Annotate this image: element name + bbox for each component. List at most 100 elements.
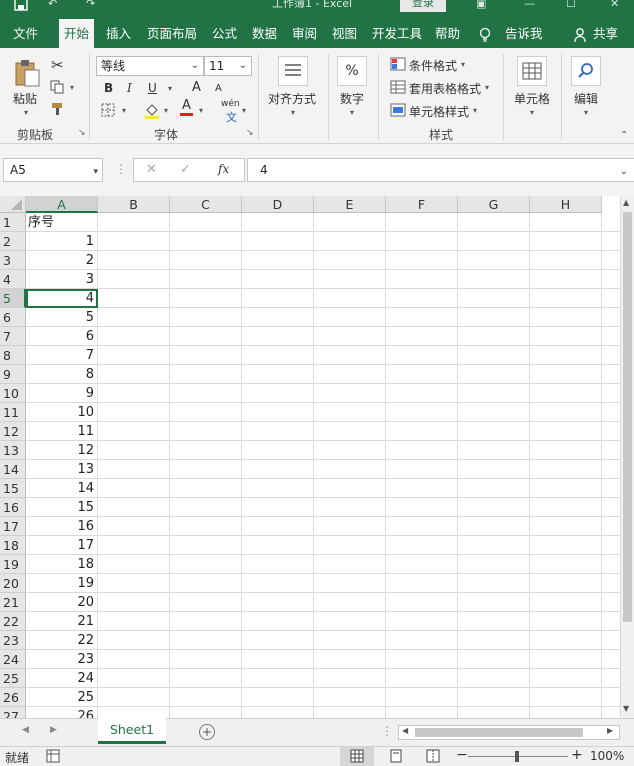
border-dropdown-icon[interactable]: ▾ [122,106,126,115]
horizontal-scrollbar[interactable]: ◀ ▶ [398,725,620,740]
border-icon[interactable] [101,103,115,120]
row-header[interactable]: 14 [0,460,26,479]
row-header[interactable]: 25 [0,669,26,688]
zoom-level[interactable]: 100% [590,749,624,763]
paste-dropdown-icon[interactable]: ▾ [24,108,28,117]
search-icon[interactable] [571,56,601,89]
vertical-scrollbar[interactable]: ▲ ▼ [620,196,634,718]
fill-color-dropdown-icon[interactable]: ▾ [164,106,168,115]
shrink-font-button[interactable]: A [215,83,222,94]
cell-a10[interactable]: 9 [26,384,98,403]
cell-a11[interactable]: 10 [26,403,98,422]
copy-dropdown-icon[interactable]: ▾ [70,83,74,92]
cell-a12[interactable]: 11 [26,422,98,441]
cell-a7[interactable]: 6 [26,327,98,346]
cell-a23[interactable]: 22 [26,631,98,650]
redo-icon[interactable]: ↷ [86,0,95,14]
tab-home[interactable]: 开始 [59,19,95,48]
row-header[interactable]: 23 [0,631,26,650]
column-header-a[interactable]: A [26,196,98,213]
cell-a17[interactable]: 16 [26,517,98,536]
cell-a21[interactable]: 20 [26,593,98,612]
column-header-d[interactable]: D [242,196,314,213]
tell-me-button[interactable]: 告诉我 [505,19,543,48]
cell-a2[interactable]: 1 [26,232,98,251]
scroll-left-icon[interactable]: ◀ [402,726,408,735]
cell-a3[interactable]: 2 [26,251,98,270]
tab-page-layout[interactable]: 页面布局 [147,19,197,48]
prev-sheet-icon[interactable]: ◀ [22,725,29,735]
row-header[interactable]: 22 [0,612,26,631]
row-header[interactable]: 15 [0,479,26,498]
cell-a14[interactable]: 13 [26,460,98,479]
scroll-down-icon[interactable]: ▼ [623,704,629,713]
page-break-view-icon[interactable] [426,749,440,766]
ribbon-display-icon[interactable]: ▣ [476,0,486,14]
cell-styles-button[interactable]: 单元格样式 [409,103,469,120]
row-header[interactable]: 11 [0,403,26,422]
number-label[interactable]: 数字 [340,90,364,107]
login-button[interactable]: 登录 [400,0,446,12]
cell-a9[interactable]: 8 [26,365,98,384]
row-header[interactable]: 13 [0,441,26,460]
table-format-button[interactable]: 套用表格格式 [409,80,481,97]
row-header[interactable]: 10 [0,384,26,403]
row-header[interactable]: 27 [0,707,26,718]
row-header[interactable]: 4 [0,270,26,289]
tab-developer[interactable]: 开发工具 [372,19,422,48]
conditional-format-dropdown-icon[interactable]: ▾ [461,60,465,69]
row-header[interactable]: 21 [0,593,26,612]
cells-label[interactable]: 单元格 [514,90,550,107]
column-header-b[interactable]: B [98,196,170,213]
column-header-c[interactable]: C [170,196,242,213]
scroll-thumb[interactable] [623,212,632,622]
font-color-button[interactable]: A [180,99,193,116]
row-header[interactable]: 9 [0,365,26,384]
editing-dropdown-icon[interactable]: ▾ [584,108,588,117]
phonetic-dropdown-icon[interactable]: ▾ [242,106,246,115]
font-color-dropdown-icon[interactable]: ▾ [199,106,203,115]
cell-a19[interactable]: 18 [26,555,98,574]
next-sheet-icon[interactable]: ▶ [50,725,57,735]
cell-a27[interactable]: 26 [26,707,98,718]
zoom-out-button[interactable]: − [456,747,468,763]
copy-icon[interactable] [50,80,66,97]
cell-a13[interactable]: 12 [26,441,98,460]
cell-a26[interactable]: 25 [26,688,98,707]
collapse-ribbon-icon[interactable]: ⌃ [620,130,628,141]
cells-icon[interactable] [517,56,547,89]
maximize-icon[interactable]: ☐ [566,0,576,14]
macro-record-icon[interactable] [46,749,60,766]
page-layout-view-icon[interactable] [389,749,403,766]
name-box[interactable]: A5 ▾ [3,158,103,182]
cells-dropdown-icon[interactable]: ▾ [530,108,534,117]
bold-button[interactable]: B [104,81,113,95]
scroll-up-icon[interactable]: ▲ [623,198,629,207]
row-header[interactable]: 3 [0,251,26,270]
row-header[interactable]: 20 [0,574,26,593]
share-button[interactable]: 共享 [593,19,618,48]
conditional-format-button[interactable]: 条件格式 [409,57,457,74]
column-header-g[interactable]: G [458,196,530,213]
cell-a22[interactable]: 21 [26,612,98,631]
number-format-button[interactable]: % [337,56,367,86]
cell-a18[interactable]: 17 [26,536,98,555]
sheet-tab-sheet1[interactable]: Sheet1 [98,718,166,744]
hscroll-thumb[interactable] [415,728,583,737]
cell-a16[interactable]: 15 [26,498,98,517]
minimize-icon[interactable]: — [524,0,535,14]
row-header[interactable]: 5 [0,289,26,308]
alignment-dropdown-icon[interactable]: ▾ [291,108,295,117]
select-all-corner[interactable] [0,196,26,213]
align-icon[interactable] [278,56,308,89]
cell-a6[interactable]: 5 [26,308,98,327]
tab-help[interactable]: 帮助 [435,19,460,48]
table-format-dropdown-icon[interactable]: ▾ [485,83,489,92]
row-header[interactable]: 6 [0,308,26,327]
paste-icon[interactable] [12,58,42,91]
tab-splitter-icon[interactable]: ⋮ [381,724,393,738]
add-sheet-icon[interactable]: + [199,724,215,740]
share-icon[interactable] [574,19,588,48]
tab-formulas[interactable]: 公式 [212,19,237,48]
tab-view[interactable]: 视图 [332,19,357,48]
